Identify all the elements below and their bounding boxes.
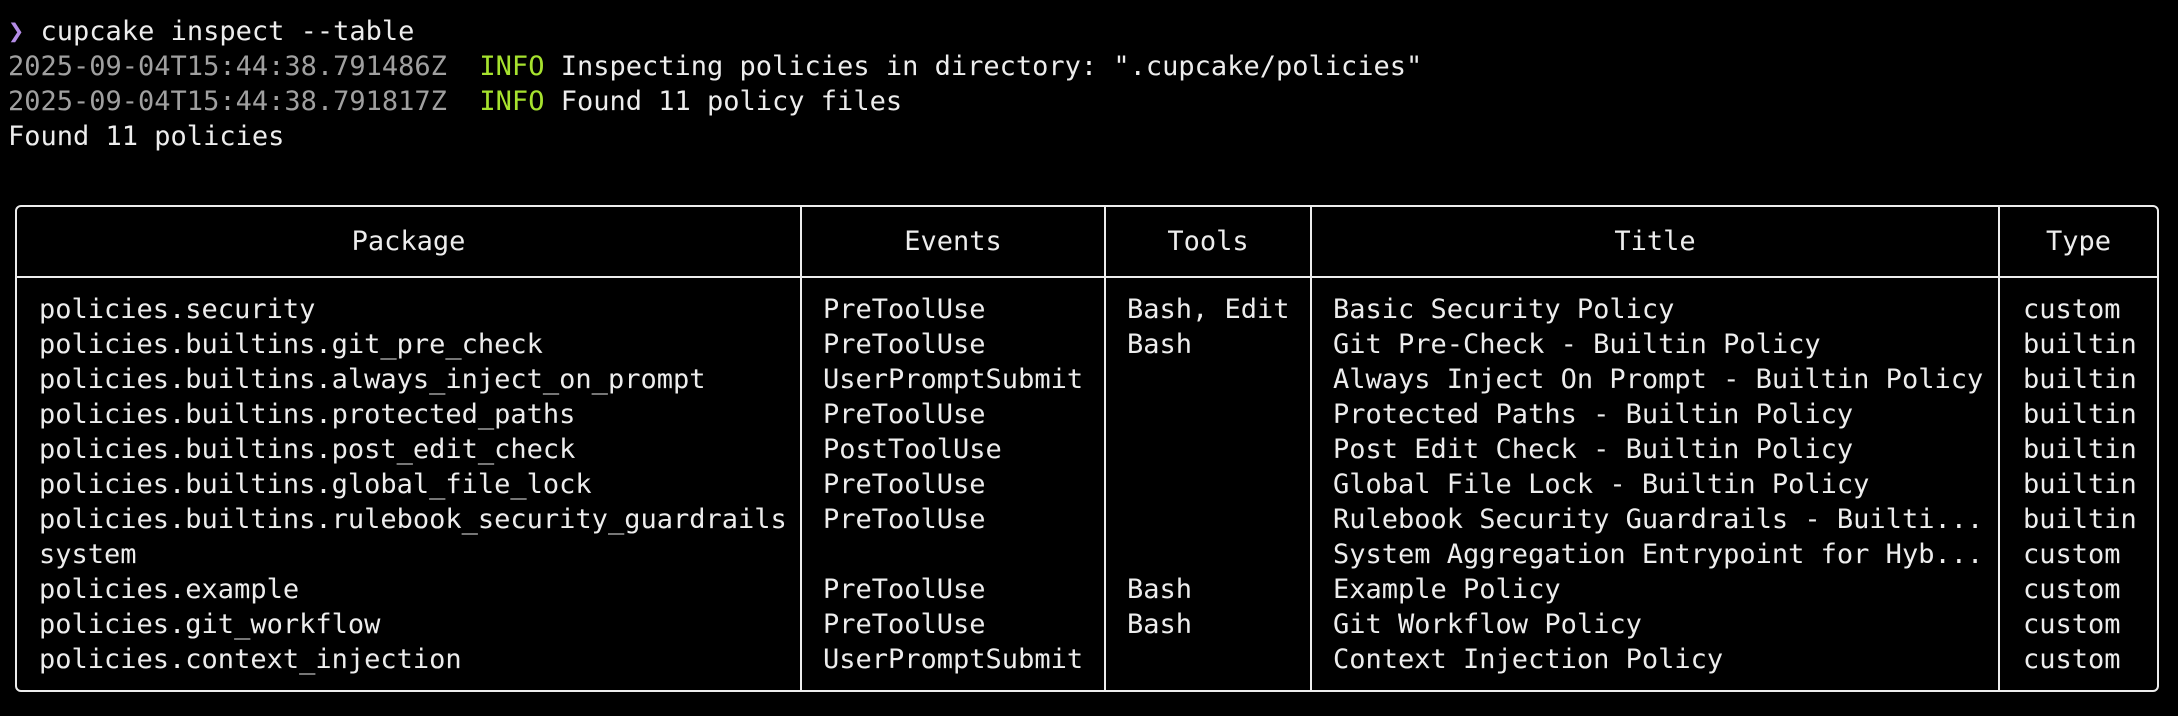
cell-events: PreToolUse — [823, 469, 986, 500]
column-header-title: Title — [1614, 226, 1696, 257]
cell-type: builtin — [2023, 469, 2137, 500]
cell-type: builtin — [2023, 364, 2137, 395]
summary-line: Found 11 policies — [8, 121, 285, 152]
cell-title: Rulebook Security Guardrails - Builti... — [1333, 504, 1984, 535]
cell-events: PreToolUse — [823, 294, 986, 325]
command-line: ❯ cupcake inspect --table — [8, 14, 414, 49]
cell-title: Global File Lock - Builtin Policy — [1333, 469, 1870, 500]
cell-title: Post Edit Check - Builtin Policy — [1333, 434, 1854, 465]
cell-tools: Bash, Edit — [1127, 294, 1290, 325]
cell-type: builtin — [2023, 329, 2137, 360]
column-header-package: Package — [351, 226, 466, 257]
cell-package: policies.builtins.global_file_lock — [39, 469, 592, 500]
log-message: Inspecting policies in directory: ".cupc… — [560, 51, 1423, 82]
command-text: cupcake inspect --table — [40, 16, 415, 47]
log-level: INFO — [479, 51, 545, 82]
cell-package: policies.builtins.always_inject_on_promp… — [39, 364, 706, 395]
cell-type: builtin — [2023, 434, 2137, 465]
column-header-events: Events — [904, 226, 1002, 257]
column-header-tools: Tools — [1167, 226, 1249, 257]
cell-type: custom — [2023, 574, 2121, 605]
cell-title: System Aggregation Entrypoint for Hyb... — [1333, 539, 1984, 570]
cell-package: policies.builtins.rulebook_security_guar… — [39, 504, 787, 535]
cell-package: policies.git_workflow — [39, 609, 381, 640]
policy-table: Package Events Tools Title Type policies… — [15, 205, 2159, 692]
cell-package: policies.builtins.protected_paths — [39, 399, 576, 430]
log-message: Found 11 policy files — [560, 86, 903, 117]
cell-events: PreToolUse — [823, 609, 986, 640]
cell-events: PostToolUse — [823, 434, 1002, 465]
cell-package: policies.example — [39, 574, 300, 605]
cell-package: policies.builtins.git_pre_check — [39, 329, 543, 360]
cell-package: policies.security — [39, 294, 316, 325]
cell-type: custom — [2023, 539, 2121, 570]
cell-package: policies.builtins.post_edit_check — [39, 434, 576, 465]
cell-title: Basic Security Policy — [1333, 294, 1675, 325]
cell-tools: Bash — [1127, 329, 1193, 360]
column-divider — [800, 207, 802, 690]
cell-type: builtin — [2023, 399, 2137, 430]
cell-events: UserPromptSubmit — [823, 644, 1084, 675]
cell-events: PreToolUse — [823, 329, 986, 360]
cell-type: custom — [2023, 644, 2121, 675]
cell-title: Git Workflow Policy — [1333, 609, 1642, 640]
cell-title: Git Pre-Check - Builtin Policy — [1333, 329, 1821, 360]
prompt-chevron-icon: ❯ — [8, 16, 25, 47]
cell-title: Protected Paths - Builtin Policy — [1333, 399, 1854, 430]
column-header-type: Type — [2045, 226, 2112, 257]
log-line: 2025-09-04T15:44:38.791486Z INFO Inspect… — [8, 49, 1422, 84]
log-line: 2025-09-04T15:44:38.791817Z INFO Found 1… — [8, 84, 902, 119]
cell-package: policies.context_injection — [39, 644, 462, 675]
cell-type: custom — [2023, 609, 2121, 640]
column-divider — [1310, 207, 1312, 690]
cell-title: Always Inject On Prompt - Builtin Policy — [1333, 364, 1984, 395]
cell-tools: Bash — [1127, 574, 1193, 605]
log-timestamp: 2025-09-04T15:44:38.791817Z — [8, 86, 447, 117]
cell-events: UserPromptSubmit — [823, 364, 1084, 395]
header-divider — [17, 276, 2157, 278]
column-divider — [1998, 207, 2000, 690]
log-level: INFO — [479, 86, 545, 117]
cell-title: Example Policy — [1333, 574, 1561, 605]
cell-type: builtin — [2023, 504, 2137, 535]
cell-events: PreToolUse — [823, 574, 986, 605]
cell-events: PreToolUse — [823, 399, 986, 430]
column-divider — [1104, 207, 1106, 690]
cell-events: PreToolUse — [823, 504, 986, 535]
cell-tools: Bash — [1127, 609, 1193, 640]
cell-title: Context Injection Policy — [1333, 644, 1724, 675]
log-timestamp: 2025-09-04T15:44:38.791486Z — [8, 51, 447, 82]
cell-type: custom — [2023, 294, 2121, 325]
cell-package: system — [39, 539, 137, 570]
